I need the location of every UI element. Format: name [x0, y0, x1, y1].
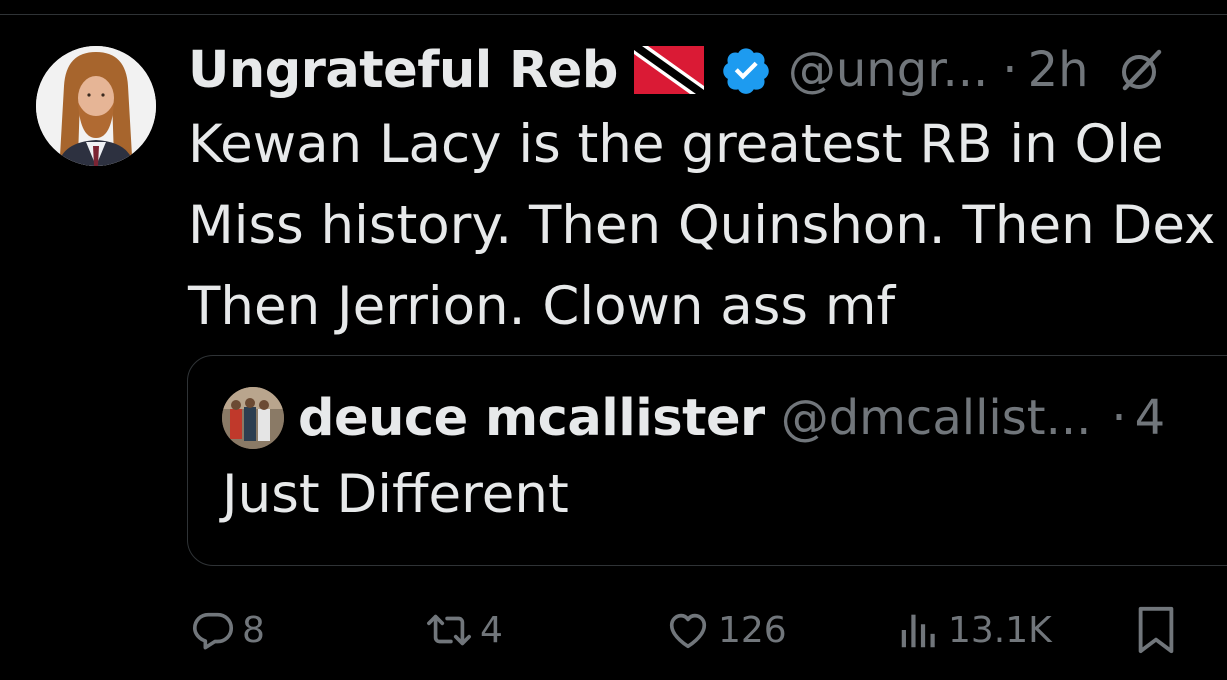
- repost-icon: [427, 614, 471, 646]
- divider: [0, 14, 1227, 15]
- author-handle[interactable]: @ungr...: [788, 42, 988, 98]
- view-count: 13.1K: [948, 609, 1052, 651]
- views-button[interactable]: 13.1K: [896, 600, 1052, 660]
- quoted-tweet[interactable]: deuce mcallister @dmcallist... · 4 Just …: [187, 355, 1227, 566]
- quoted-author-name[interactable]: deuce mcallister: [298, 389, 765, 448]
- like-button[interactable]: 126: [664, 600, 787, 660]
- author-name[interactable]: Ungrateful Reb: [188, 41, 618, 100]
- quoted-author-handle[interactable]: @dmcallist...: [781, 390, 1092, 446]
- repost-count: 4: [480, 609, 503, 651]
- tweet-text: Kewan Lacy is the greatest RB in Ole Mis…: [188, 114, 1216, 337]
- quoted-author-avatar[interactable]: [222, 387, 284, 449]
- repost-button[interactable]: 4: [424, 600, 503, 660]
- quoted-separator-dot: ·: [1111, 390, 1127, 446]
- grok-icon[interactable]: [1115, 44, 1167, 96]
- author-avatar[interactable]: [36, 46, 156, 166]
- quoted-tweet-header: deuce mcallister @dmcallist... · 4: [222, 386, 1165, 450]
- quoted-timestamp[interactable]: 4: [1135, 390, 1166, 446]
- trinidad-and-tobago-flag-icon: [633, 46, 704, 94]
- bookmark-icon: [1138, 606, 1174, 654]
- reply-count: 8: [242, 609, 265, 651]
- tweet-page: Ungrateful Reb @ungr... · 2h Kewan Lacy …: [0, 0, 1227, 680]
- action-bar: 8 4 126 13.1K: [0, 600, 1227, 660]
- heart-icon: [669, 613, 707, 649]
- verified-badge-icon[interactable]: [720, 44, 772, 96]
- like-count: 126: [718, 609, 787, 651]
- reply-button[interactable]: 8: [190, 600, 265, 660]
- reply-icon: [192, 612, 234, 650]
- bookmark-button[interactable]: [1134, 600, 1178, 660]
- analytics-icon: [901, 614, 935, 648]
- timestamp[interactable]: 2h: [1028, 42, 1089, 98]
- tweet-header: Ungrateful Reb @ungr... · 2h: [188, 36, 1167, 104]
- quoted-tweet-text: Just Different: [222, 464, 569, 525]
- separator-dot: ·: [1002, 42, 1018, 98]
